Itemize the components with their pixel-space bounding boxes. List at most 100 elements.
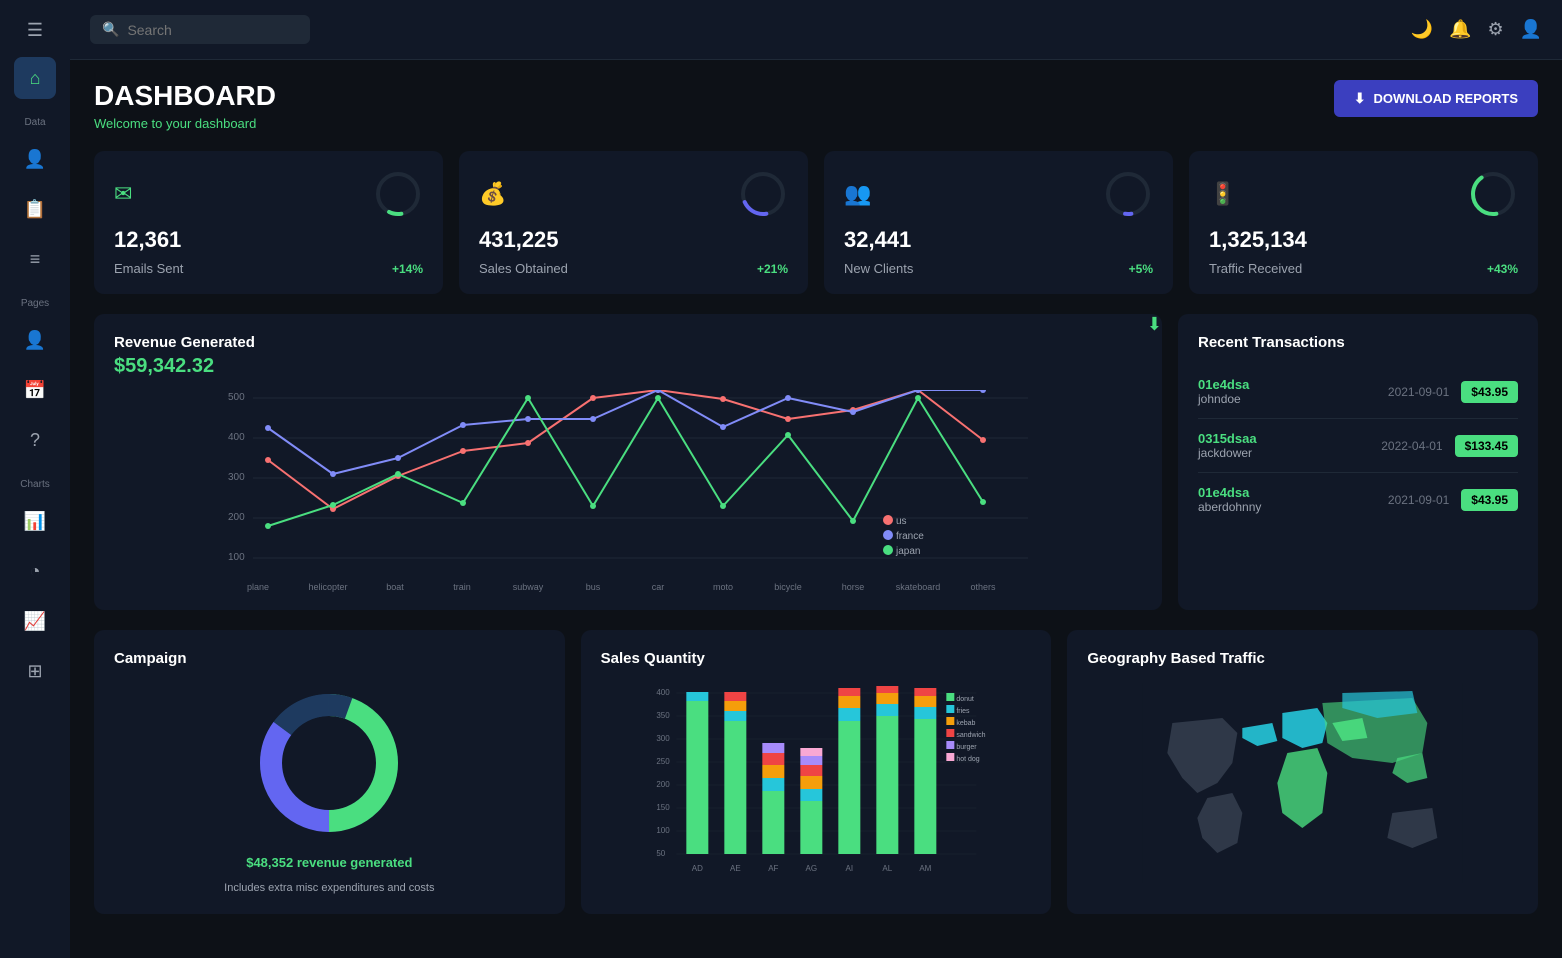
- svg-text:AM: AM: [919, 864, 931, 873]
- sidebar-section-charts: Charts: [20, 479, 49, 490]
- sales-bar-chart-wrapper: 400 350 300 250 200 150 100 50: [601, 683, 1032, 863]
- download-btn-label: DOWNLOAD REPORTS: [1374, 91, 1518, 106]
- svg-text:bus: bus: [586, 582, 601, 592]
- svg-text:fries: fries: [956, 708, 970, 715]
- sales-ring-chart: [738, 169, 788, 219]
- revenue-title: Revenue Generated: [114, 334, 1142, 351]
- sidebar-item-table[interactable]: ⊞: [14, 650, 56, 692]
- main-area: 🔍 🌙 🔔 ⚙ 👤 DASHBOARD Welcome to your dash…: [70, 0, 1562, 958]
- sidebar-item-reports[interactable]: 📋: [14, 188, 56, 230]
- svg-text:50: 50: [656, 849, 665, 858]
- transaction-1-id: 01e4dsa: [1198, 377, 1376, 392]
- traffic-icon: 🚦: [1209, 181, 1236, 207]
- revenue-chart-card: Revenue Generated $59,342.32 ⬇ 500 400 3…: [94, 314, 1162, 610]
- page-header: DASHBOARD Welcome to your dashboard ⬇ DO…: [94, 80, 1538, 131]
- transaction-item-2: 0315dsaa jackdower 2022-04-01 $133.45: [1198, 419, 1518, 473]
- svg-text:kebab: kebab: [956, 720, 975, 727]
- settings-icon[interactable]: ⚙: [1487, 19, 1503, 40]
- svg-text:300: 300: [656, 734, 670, 743]
- revenue-download-button[interactable]: ⬇: [1147, 314, 1162, 335]
- svg-text:us: us: [896, 516, 907, 527]
- stat-card-sales: 💰 431,225 Sales Obtained +21%: [459, 151, 808, 294]
- campaign-donut-chart: [249, 683, 409, 843]
- emails-change: +14%: [392, 262, 423, 276]
- geo-traffic-card: Geography Based Traffic: [1067, 630, 1538, 914]
- stat-card-emails: ✉ 12,361 Emails Sent +14%: [94, 151, 443, 294]
- svg-text:150: 150: [656, 803, 670, 812]
- svg-text:boat: boat: [386, 582, 404, 592]
- svg-text:sandwich: sandwich: [956, 732, 985, 739]
- transaction-3-info: 01e4dsa aberdohnny: [1198, 485, 1376, 514]
- svg-text:AG: AG: [805, 864, 817, 873]
- sidebar-item-home[interactable]: ⌂: [14, 57, 56, 99]
- sidebar-item-bar[interactable]: 📊: [14, 500, 56, 542]
- svg-text:300: 300: [228, 472, 245, 483]
- help-icon: ?: [30, 430, 40, 451]
- svg-text:AE: AE: [730, 864, 741, 873]
- list-icon: ≡: [30, 249, 41, 270]
- svg-text:AD: AD: [691, 864, 702, 873]
- emails-ring-chart: [373, 169, 423, 219]
- world-map-wrapper: [1087, 683, 1518, 883]
- notifications-icon[interactable]: 🔔: [1449, 19, 1471, 40]
- search-box[interactable]: 🔍: [90, 15, 310, 44]
- line-chart-wrapper: 500 400 300 200 100: [114, 390, 1142, 590]
- header: 🔍 🌙 🔔 ⚙ 👤: [70, 0, 1562, 60]
- transaction-item-3: 01e4dsa aberdohnny 2021-09-01 $43.95: [1198, 473, 1518, 526]
- sales-change: +21%: [757, 262, 788, 276]
- sidebar-item-list[interactable]: ≡: [14, 238, 56, 280]
- svg-text:200: 200: [228, 512, 245, 523]
- transactions-title: Recent Transactions: [1198, 334, 1518, 351]
- sidebar-section-pages: Pages: [21, 298, 49, 309]
- user-profile-icon[interactable]: 👤: [1520, 19, 1542, 40]
- svg-text:500: 500: [228, 392, 245, 403]
- sidebar-item-users[interactable]: 👤: [14, 138, 56, 180]
- clients-ring-chart: [1103, 169, 1153, 219]
- download-reports-button[interactable]: ⬇ DOWNLOAD REPORTS: [1334, 80, 1538, 117]
- svg-text:subway: subway: [513, 582, 544, 592]
- svg-text:plane: plane: [247, 582, 269, 592]
- transaction-1-info: 01e4dsa johndoe: [1198, 377, 1376, 406]
- search-icon: 🔍: [102, 21, 119, 38]
- sidebar-item-help[interactable]: ?: [14, 419, 56, 461]
- page-title: DASHBOARD: [94, 80, 276, 112]
- home-icon: ⌂: [30, 68, 41, 89]
- campaign-title: Campaign: [114, 650, 545, 667]
- campaign-sub-text: Includes extra misc expenditures and cos…: [224, 882, 434, 894]
- svg-text:others: others: [970, 582, 996, 592]
- transaction-1-user: johndoe: [1198, 392, 1376, 406]
- transaction-3-id: 01e4dsa: [1198, 485, 1376, 500]
- stat-card-traffic: 🚦 1,325,134 Traffic Received +43%: [1189, 151, 1538, 294]
- sidebar-item-pie[interactable]: ◔: [14, 550, 56, 592]
- transaction-2-id: 0315dsaa: [1198, 431, 1369, 446]
- svg-text:AL: AL: [882, 864, 892, 873]
- transaction-1-amount: $43.95: [1461, 381, 1518, 403]
- page-subtitle: Welcome to your dashboard: [94, 116, 276, 131]
- menu-icon[interactable]: ☰: [19, 12, 51, 49]
- transaction-3-amount: $43.95: [1461, 489, 1518, 511]
- sidebar-item-line[interactable]: 📈: [14, 600, 56, 642]
- sidebar-section-data: Data: [24, 117, 45, 128]
- svg-text:200: 200: [656, 780, 670, 789]
- emails-value: 12,361: [114, 227, 423, 253]
- donut-wrapper: $48,352 revenue generated Includes extra…: [114, 683, 545, 894]
- svg-text:350: 350: [656, 711, 670, 720]
- svg-text:100: 100: [656, 826, 670, 835]
- search-input[interactable]: [127, 22, 287, 38]
- dark-mode-icon[interactable]: 🌙: [1411, 19, 1433, 40]
- stats-row: ✉ 12,361 Emails Sent +14% 💰: [94, 151, 1538, 294]
- content-area: DASHBOARD Welcome to your dashboard ⬇ DO…: [70, 60, 1562, 958]
- svg-text:france: france: [896, 531, 924, 542]
- clients-value: 32,441: [844, 227, 1153, 253]
- svg-text:horse: horse: [842, 582, 865, 592]
- campaign-card: Campaign $48,352 revenue generated Inclu…: [94, 630, 565, 914]
- clients-label: New Clients: [844, 261, 913, 276]
- transaction-2-amount: $133.45: [1455, 435, 1518, 457]
- header-icons: 🌙 🔔 ⚙ 👤: [1411, 19, 1542, 40]
- transaction-3-date: 2021-09-01: [1388, 493, 1449, 507]
- svg-text:skateboard: skateboard: [896, 582, 941, 592]
- sidebar-item-person[interactable]: 👤: [14, 319, 56, 361]
- sidebar: ☰ ⌂ Data 👤 📋 ≡ Pages 👤 📅 ? Charts 📊 ◔ 📈 …: [0, 0, 70, 958]
- geo-traffic-title: Geography Based Traffic: [1087, 650, 1518, 667]
- sidebar-item-calendar[interactable]: 📅: [14, 369, 56, 411]
